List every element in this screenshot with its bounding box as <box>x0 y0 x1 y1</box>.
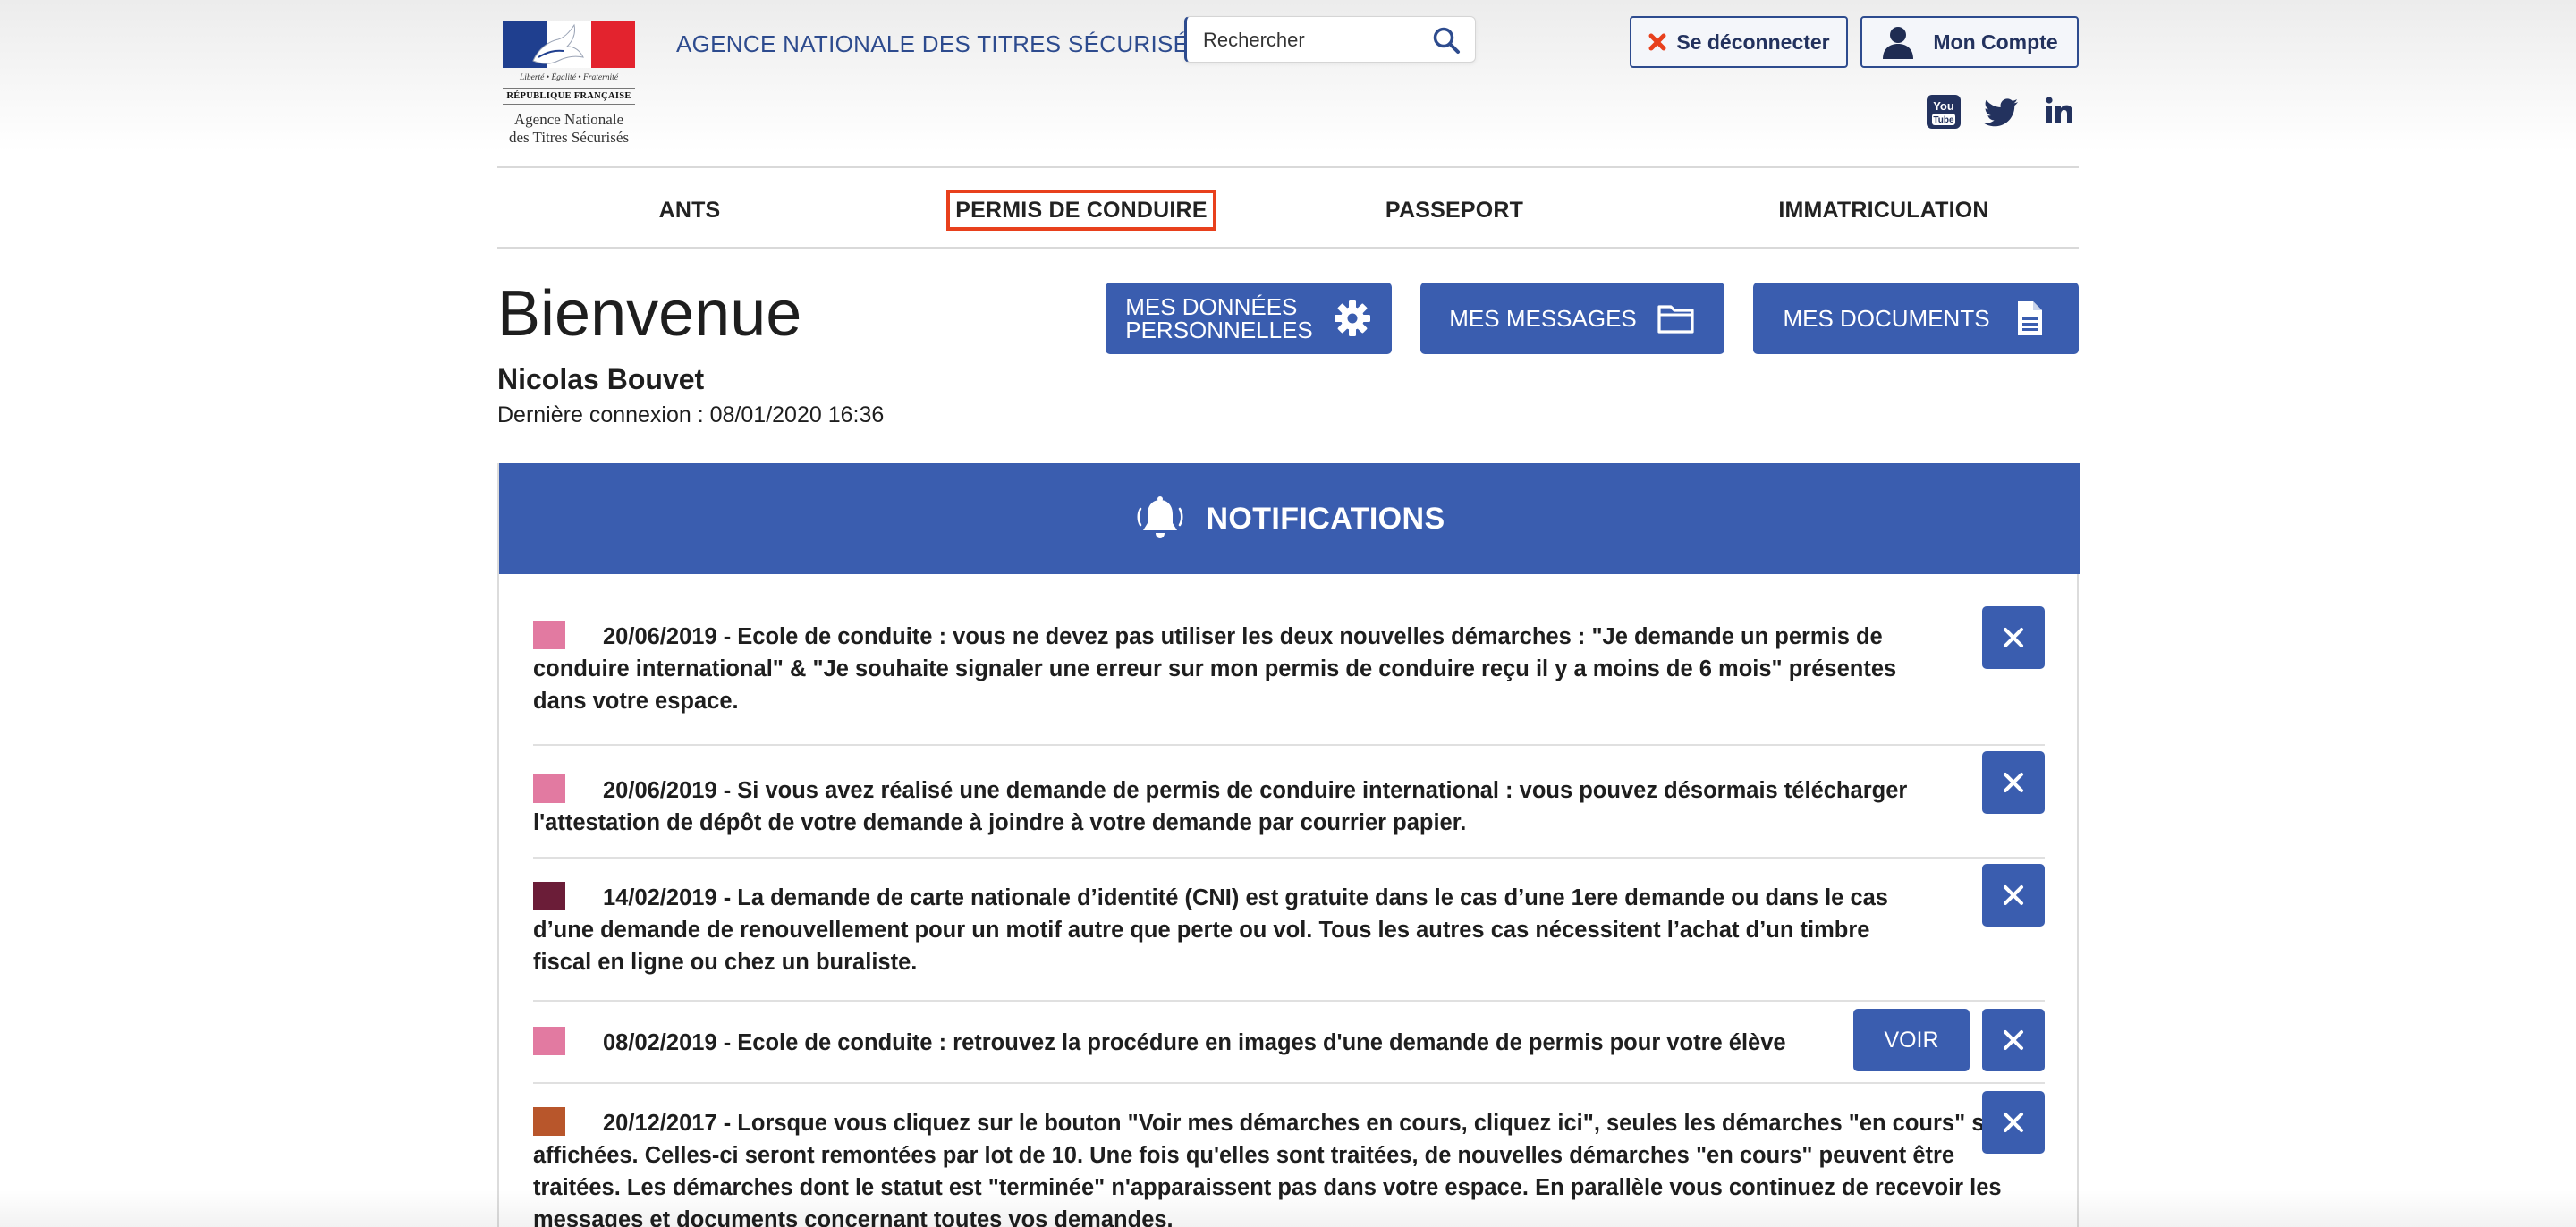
notification-message: 20/06/2019 - Ecole de conduite : vous ne… <box>533 624 1897 714</box>
logo-agency-line2: des Titres Sécurisés <box>508 129 630 146</box>
account-button[interactable]: Mon Compte <box>1860 16 2079 68</box>
folder-icon <box>1657 305 1694 334</box>
bell-icon <box>1137 496 1183 538</box>
svg-text:Tube: Tube <box>1933 115 1954 125</box>
dismiss-notification-button[interactable] <box>1982 1009 2045 1071</box>
voir-label: VOIR <box>1884 1027 1939 1053</box>
agency-title: AGENCE NATIONALE DES TITRES SÉCURISÉS <box>676 30 1205 57</box>
logo-agency-name: Agence Nationale des Titres Sécurisés <box>503 111 635 147</box>
notification-item: 20/06/2019 - Ecole de conduite : vous ne… <box>533 590 2045 746</box>
voir-button[interactable]: VOIR <box>1853 1009 1970 1071</box>
notification-color-swatch <box>533 1027 565 1055</box>
youtube-icon[interactable]: You Tube <box>1925 93 1962 131</box>
notification-message: 14/02/2019 - La demande de carte nationa… <box>533 885 1888 975</box>
gear-icon <box>1334 300 1370 336</box>
notification-message: 20/12/2017 - Lorsque vous cliquez sur le… <box>533 1111 2021 1227</box>
notifications-panel: NOTIFICATIONS 20/06/2019 - Ecole de cond… <box>497 463 2080 1227</box>
page-title: Bienvenue <box>497 278 802 350</box>
logo-motto: Liberté • Égalité • Fraternité <box>519 73 619 82</box>
notification-item: 20/12/2017 - Lorsque vous cliquez sur le… <box>533 1084 2045 1227</box>
personal-data-button[interactable]: MES DONNÉES PERSONNELLES <box>1106 283 1392 354</box>
svg-text:You: You <box>1933 99 1954 113</box>
notification-item: 08/02/2019 - Ecole de conduite : retrouv… <box>533 1002 2045 1084</box>
document-icon <box>2017 301 2042 335</box>
notification-text: 08/02/2019 - Ecole de conduite : retrouv… <box>533 1027 1839 1059</box>
notification-color-swatch <box>533 621 565 649</box>
twitter-icon[interactable] <box>1984 93 2021 131</box>
logout-label: Se déconnecter <box>1676 30 1830 54</box>
notification-text: 20/06/2019 - Si vous avez réalisé une de… <box>533 774 1928 839</box>
dismiss-notification-button[interactable] <box>1982 864 2045 927</box>
personal-data-label-line1: MES DONNÉES <box>1125 293 1298 320</box>
nav-item-passeport[interactable]: PASSEPORT <box>1356 190 1553 231</box>
last-login: Dernière connexion : 08/01/2020 16:36 <box>497 402 885 427</box>
dismiss-notification-button[interactable] <box>1982 606 2045 669</box>
page-container: Liberté • Égalité • Fraternité RÉPUBLIQU… <box>497 0 2080 1227</box>
main-nav: ANTS PERMIS DE CONDUIRE PASSEPORT IMMATR… <box>497 166 2079 249</box>
search-box <box>1184 16 1476 63</box>
logo-republique: RÉPUBLIQUE FRANÇAISE <box>503 88 635 105</box>
search-input[interactable] <box>1203 28 1418 53</box>
personal-data-label: MES DONNÉES PERSONNELLES <box>1125 295 1313 342</box>
notifications-header: NOTIFICATIONS <box>499 463 2080 574</box>
dismiss-notification-button[interactable] <box>1982 1091 2045 1154</box>
notification-color-swatch <box>533 1107 565 1136</box>
messages-label: MES MESSAGES <box>1449 304 1637 332</box>
notification-text: 20/12/2017 - Lorsque vous cliquez sur le… <box>533 1107 2045 1227</box>
documents-button[interactable]: MES DOCUMENTS <box>1753 283 2079 354</box>
dismiss-notification-button[interactable] <box>1982 751 2045 814</box>
close-icon <box>2004 1113 2023 1132</box>
notification-color-swatch <box>533 882 565 910</box>
close-icon <box>2004 1030 2023 1050</box>
close-icon <box>2004 885 2023 905</box>
personal-data-label-line2: PERSONNELLES <box>1125 317 1313 343</box>
nav-item-ants[interactable]: ANTS <box>640 190 739 231</box>
nav-item-immatriculation[interactable]: IMMATRICULATION <box>1750 190 2018 231</box>
search-icon[interactable] <box>1432 26 1461 55</box>
ants-logo[interactable]: Liberté • Égalité • Fraternité RÉPUBLIQU… <box>503 21 637 150</box>
nav-item-permis-de-conduire[interactable]: PERMIS DE CONDUIRE <box>946 190 1216 231</box>
marianne-flag-icon <box>503 21 635 68</box>
notification-color-swatch <box>533 774 565 803</box>
close-x-icon <box>1648 33 1666 51</box>
notification-item: 14/02/2019 - La demande de carte nationa… <box>533 859 2045 1002</box>
notification-message: 20/06/2019 - Si vous avez réalisé une de… <box>533 778 1908 835</box>
close-icon <box>2004 773 2023 792</box>
notifications-title: NOTIFICATIONS <box>1206 501 1445 536</box>
user-name: Nicolas Bouvet <box>497 363 705 395</box>
notification-item: 20/06/2019 - Si vous avez réalisé une de… <box>533 746 2045 859</box>
notification-text: 20/06/2019 - Ecole de conduite : vous ne… <box>533 621 1928 717</box>
close-icon <box>2004 628 2023 647</box>
messages-button[interactable]: MES MESSAGES <box>1420 283 1724 354</box>
notification-text: 14/02/2019 - La demande de carte nationa… <box>533 882 1928 978</box>
logout-button[interactable]: Se déconnecter <box>1630 16 1848 68</box>
account-label: Mon Compte <box>1933 30 2058 54</box>
user-icon <box>1883 27 1914 59</box>
linkedin-icon[interactable] <box>2041 93 2079 131</box>
notification-message: 08/02/2019 - Ecole de conduite : retrouv… <box>603 1030 1786 1055</box>
logo-agency-line1: Agence Nationale <box>513 111 624 128</box>
documents-label: MES DOCUMENTS <box>1783 304 1990 332</box>
